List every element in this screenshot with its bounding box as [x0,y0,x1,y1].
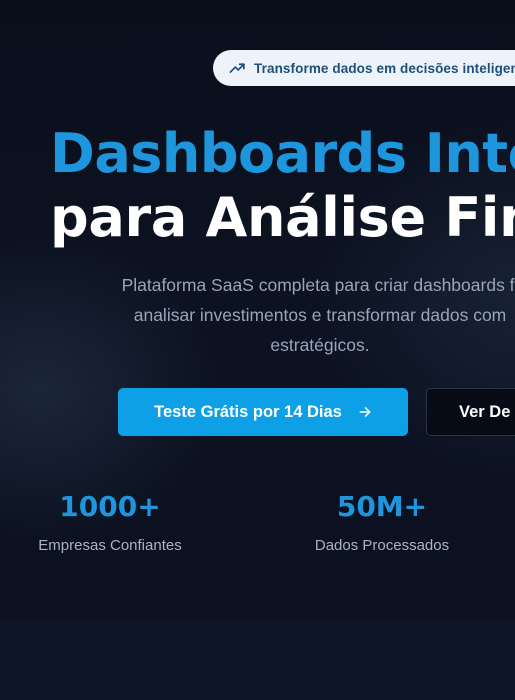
headline-line-2: para Análise Fina [50,186,515,249]
subtitle-line-1: Plataforma SaaS completa para criar dash… [121,275,515,295]
hero-headline: Dashboards Inte para Análise Fina [50,122,515,250]
stat-value: 1000+ [59,490,161,523]
subtitle-line-2: analisar investimentos e transformar dad… [133,305,507,325]
announcement-badge: Transforme dados em decisões inteligen [213,50,515,86]
hero-subtitle: Plataforma SaaS completa para criar dash… [40,270,515,360]
view-demo-label: Ver De [459,402,511,421]
badge-text: Transforme dados em decisões inteligen [254,60,515,76]
view-demo-button[interactable]: Ver De [426,388,515,436]
subtitle-line-3: estratégicos. [270,335,370,355]
start-free-trial-label: Teste Grátis por 14 Dias [154,402,342,421]
landing-page: Transforme dados em decisões inteligen D… [0,0,515,700]
stat-companies: 1000+ Empresas Confiantes [24,490,196,556]
headline-line-1: Dashboards Inte [50,122,515,185]
arrow-right-icon [358,405,372,419]
trending-up-icon [229,60,246,77]
stat-data-processed: 50M+ Dados Processados [296,490,468,556]
stat-label: Empresas Confiantes [38,537,182,554]
stat-value: 50M+ [336,490,428,523]
next-section [0,620,515,700]
start-free-trial-button[interactable]: Teste Grátis por 14 Dias [118,388,408,436]
hero-section: Transforme dados em decisões inteligen D… [0,0,515,620]
stat-label: Dados Processados [314,537,450,554]
